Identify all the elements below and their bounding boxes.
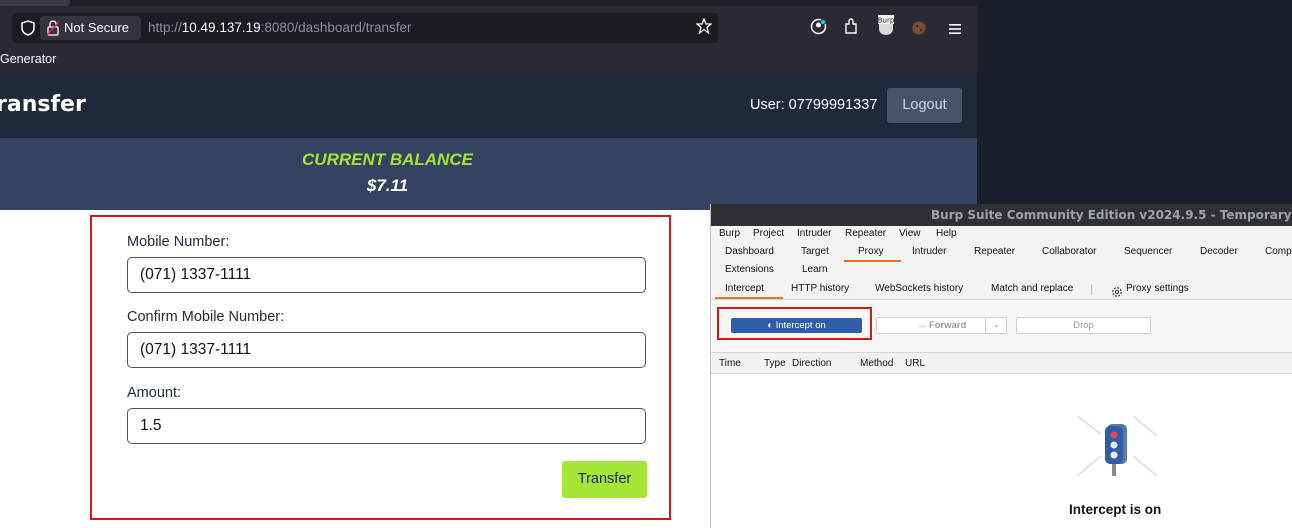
tab-decoder[interactable]: Decoder <box>1200 246 1238 257</box>
column-type[interactable]: Type <box>764 358 786 369</box>
url-host: 10.49.137.19 <box>181 20 261 35</box>
url-path: :8080/dashboard/transfer <box>260 20 412 35</box>
confirm-mobile-label: Confirm Mobile Number: <box>127 309 285 325</box>
forward-label: Forward <box>928 320 967 331</box>
mobile-number-label: Mobile Number: <box>127 234 230 250</box>
mobile-number-input[interactable]: (071) 1337-1111 <box>127 257 646 293</box>
logout-button[interactable]: Logout <box>887 88 962 123</box>
url-text[interactable]: http://10.49.137.19:8080/dashboard/trans… <box>148 13 411 43</box>
user-label: User: 07799991337 <box>750 97 878 113</box>
balance-amount: $7.11 <box>366 176 409 195</box>
subtab-intercept[interactable]: Intercept <box>725 283 764 294</box>
column-direction[interactable]: Direction <box>792 358 831 369</box>
subtab-match-and-replace[interactable]: Match and replace <box>991 283 1073 294</box>
bookmarks-toolbar: Generator <box>0 47 977 72</box>
menu-view[interactable]: View <box>899 228 921 239</box>
active-tab-indicator <box>844 260 901 262</box>
shield-icon[interactable] <box>18 13 38 46</box>
balance-label: CURRENT BALANCE <box>302 150 473 169</box>
tab-comparer[interactable]: Compa <box>1265 246 1292 257</box>
bookmark-star-icon[interactable] <box>695 17 713 38</box>
column-url[interactable]: URL <box>905 358 925 369</box>
burp-main-tabs: Dashboard Target Proxy Intruder Repeater… <box>711 241 1292 283</box>
burp-menu-bar: Burp Project Intruder Repeater View Help <box>711 226 1292 241</box>
forward-dropdown-chevron-icon[interactable]: ⌄ <box>985 317 1007 334</box>
column-time[interactable]: Time <box>719 358 741 369</box>
balance-banner: CURRENT BALANCE $7.11 <box>0 138 977 210</box>
subtab-websockets-history[interactable]: WebSockets history <box>875 283 963 294</box>
forward-arrow-icon: → <box>916 320 929 331</box>
active-subtab-indicator <box>715 297 783 299</box>
cookie-extension-icon[interactable] <box>911 20 927 40</box>
transfer-button[interactable]: Transfer <box>562 461 647 498</box>
menu-burp[interactable]: Burp <box>719 228 740 239</box>
tab-collaborator[interactable]: Collaborator <box>1042 246 1096 257</box>
bookmark-item[interactable]: Generator <box>0 47 56 72</box>
amount-input[interactable]: 1.5 <box>127 408 646 444</box>
transfer-form: Mobile Number: (071) 1337-1111 Confirm M… <box>90 215 671 520</box>
account-icon[interactable] <box>810 18 827 39</box>
active-tab-edge[interactable] <box>0 0 70 6</box>
extensions-icon[interactable] <box>843 18 859 39</box>
burp-suite-window: Burp Suite Community Edition v2024.9.5 -… <box>710 204 1292 528</box>
tab-intruder[interactable]: Intruder <box>912 246 946 257</box>
intercept-table-header: Time Type Direction Method URL <box>711 352 1292 374</box>
page-title: ransfer <box>0 92 86 117</box>
app-navbar: ransfer User: 07799991337 Logout <box>0 72 977 138</box>
insecure-lock-icon <box>46 20 60 44</box>
burp-window-title: Burp Suite Community Edition v2024.9.5 -… <box>931 208 1292 222</box>
tab-learn[interactable]: Learn <box>802 264 828 275</box>
svg-text:Burp: Burp <box>878 17 895 25</box>
column-method[interactable]: Method <box>860 358 893 369</box>
amount-label: Amount: <box>127 385 181 401</box>
not-secure-indicator[interactable]: Not Secure <box>40 16 141 40</box>
highlight-box <box>717 307 872 340</box>
menu-repeater[interactable]: Repeater <box>845 228 886 239</box>
proxy-settings-link[interactable]: Proxy settings <box>1126 283 1189 294</box>
tab-target[interactable]: Target <box>801 246 829 257</box>
browser-toolbar: Not Secure http://10.49.137.19:8080/dash… <box>0 0 977 47</box>
burp-extension-icon[interactable]: Burp <box>876 14 896 40</box>
proxy-subtabs: Intercept HTTP history WebSockets histor… <box>711 280 1292 300</box>
not-secure-label: Not Secure <box>64 20 130 35</box>
tab-strip <box>0 0 977 6</box>
intercept-status-message: Intercept is on <box>1069 502 1162 517</box>
traffic-light-icon <box>1075 414 1159 482</box>
subtab-http-history[interactable]: HTTP history <box>791 283 849 294</box>
burp-title-bar: Burp Suite Community Edition v2024.9.5 -… <box>711 204 1292 226</box>
tab-proxy[interactable]: Proxy <box>858 246 884 257</box>
menu-project[interactable]: Project <box>753 228 784 239</box>
tab-dashboard[interactable]: Dashboard <box>725 246 774 257</box>
menu-intruder[interactable]: Intruder <box>797 228 831 239</box>
menu-icon[interactable] <box>948 20 962 39</box>
drop-button[interactable]: Drop <box>1016 317 1151 334</box>
tab-repeater[interactable]: Repeater <box>974 246 1015 257</box>
menu-help[interactable]: Help <box>936 228 957 239</box>
confirm-mobile-input[interactable]: (071) 1337-1111 <box>127 332 646 368</box>
url-scheme: http:// <box>148 20 182 35</box>
tab-sequencer[interactable]: Sequencer <box>1124 246 1172 257</box>
subtab-divider <box>1091 284 1092 295</box>
tab-extensions[interactable]: Extensions <box>725 264 774 275</box>
